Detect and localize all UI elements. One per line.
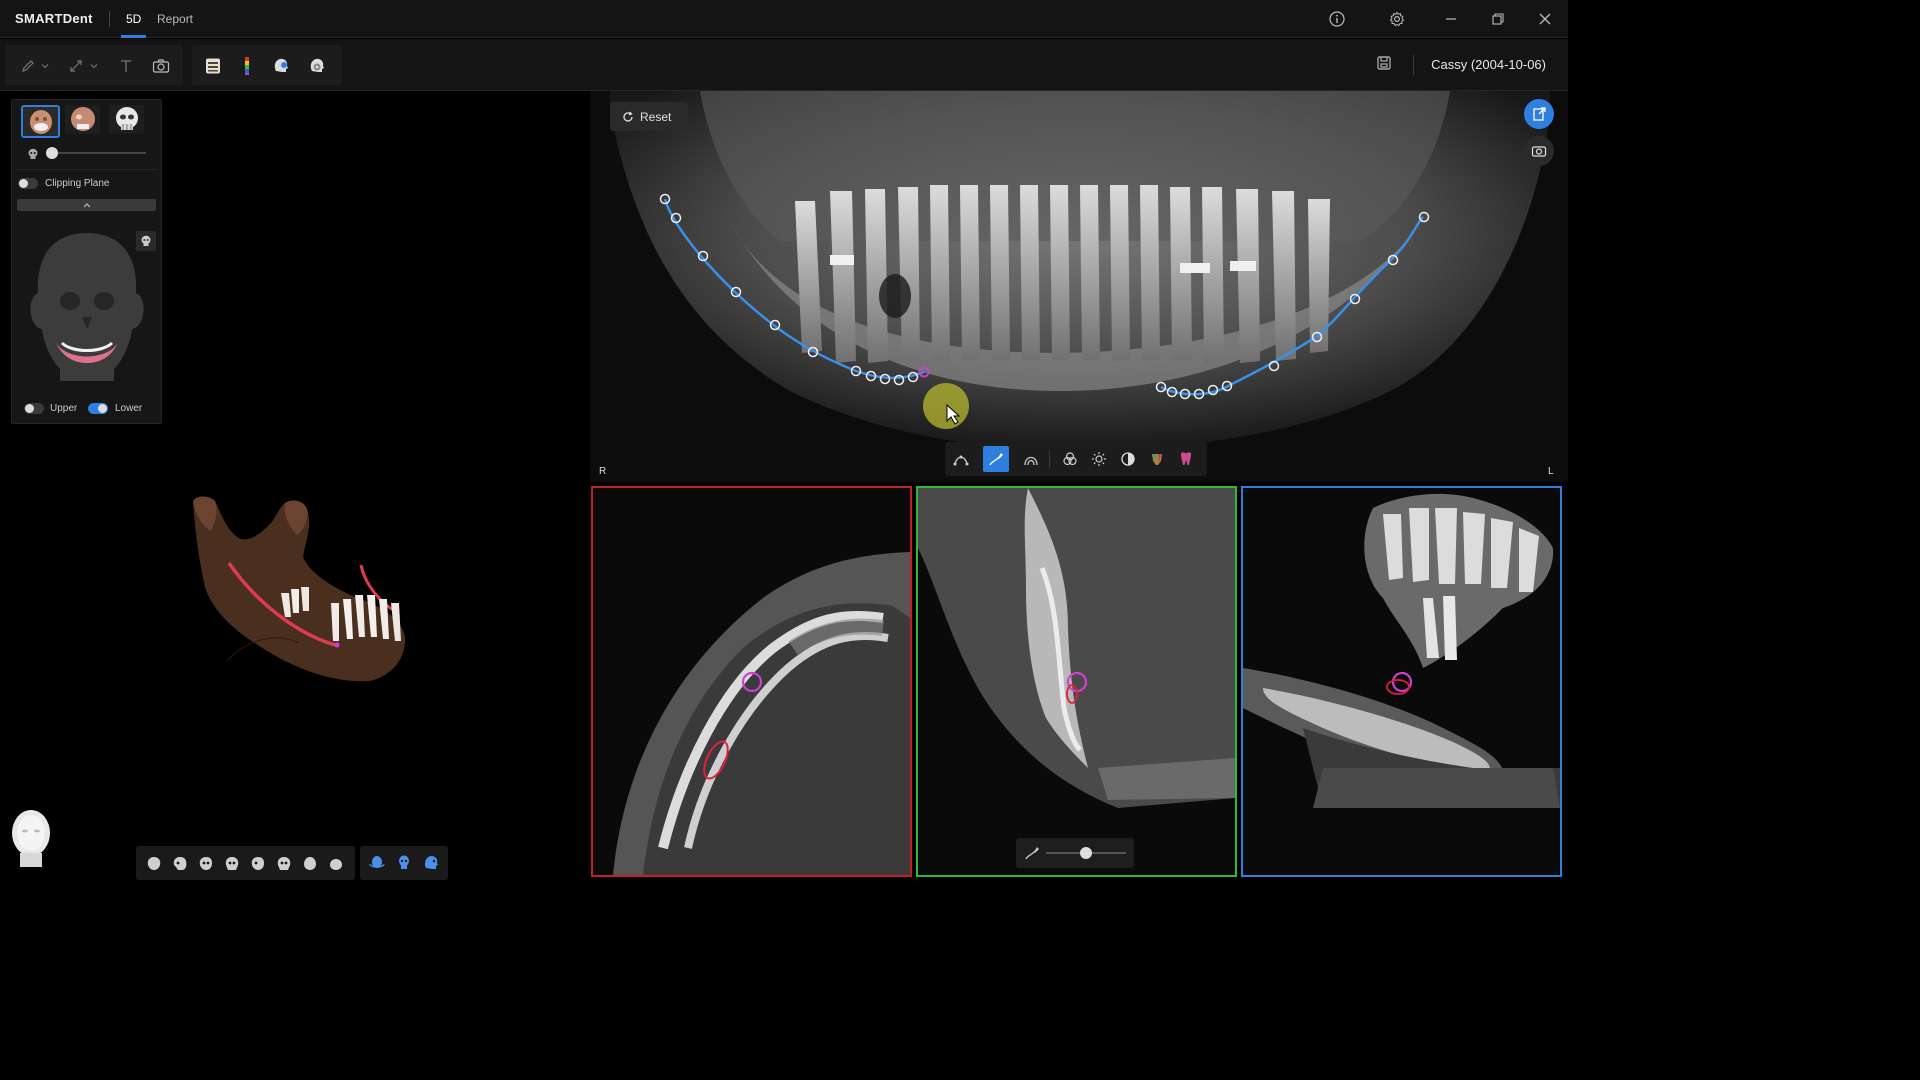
contrast-icon[interactable] — [1115, 446, 1141, 472]
camera-icon[interactable] — [150, 57, 172, 75]
export-button[interactable] — [1524, 99, 1554, 129]
annotation-tool-group — [5, 45, 183, 85]
lower-label: Lower — [115, 403, 143, 414]
tooth-icon[interactable] — [1173, 446, 1199, 472]
toolbar-divider — [1049, 450, 1050, 468]
opacity-slider-track[interactable] — [46, 152, 146, 154]
toolbar-divider — [1413, 55, 1414, 75]
nerve-draw-icon[interactable] — [983, 446, 1009, 472]
panoramic-view[interactable]: Reset R L — [590, 91, 1568, 482]
text-icon[interactable] — [115, 57, 137, 75]
model-control-panel: Clipping Plane Upper Lower — [11, 99, 162, 424]
thumbnail-soft-tissue[interactable] — [21, 105, 60, 138]
panel-icon[interactable] — [202, 57, 224, 75]
cross-section-view[interactable] — [916, 486, 1237, 877]
nerve-draw-icon — [1024, 845, 1040, 861]
slab-slider-thumb[interactable] — [1080, 847, 1092, 859]
front-view-icon[interactable] — [395, 854, 413, 872]
view-preset-bar — [136, 846, 355, 880]
skull-view-1-icon — [147, 857, 161, 870]
minimize-icon[interactable] — [1440, 8, 1462, 30]
right-marker: R — [599, 466, 607, 477]
color-map-icon[interactable] — [1144, 446, 1170, 472]
restore-icon[interactable] — [1487, 8, 1509, 30]
slab-thickness-control — [1016, 838, 1134, 868]
axial-slice-view[interactable] — [591, 486, 912, 877]
app-logo: SMARTDent — [15, 11, 93, 26]
chevron-up-icon — [83, 203, 90, 208]
side-view-icon[interactable] — [422, 854, 440, 872]
save-icon[interactable] — [1373, 54, 1395, 72]
clipping-plane-toggle[interactable] — [18, 178, 38, 189]
chevron-down-icon[interactable] — [39, 57, 51, 75]
3d-mandible-model[interactable] — [185, 491, 420, 691]
reset-icon — [623, 111, 633, 122]
snapshot-button[interactable] — [1524, 136, 1554, 166]
coronal-slice-view[interactable] — [1241, 486, 1562, 877]
thumbnail-skull[interactable] — [109, 105, 148, 138]
view-mode-bar — [360, 846, 448, 880]
curve-icon[interactable] — [948, 446, 974, 472]
head-settings-icon[interactable] — [306, 57, 328, 75]
camera-icon — [1531, 146, 1547, 157]
arch-icon[interactable] — [1018, 446, 1044, 472]
reset-button[interactable]: Reset — [610, 102, 688, 131]
upper-label: Upper — [50, 403, 78, 414]
chevron-down-icon[interactable] — [88, 57, 100, 75]
thumbnail-skull-tissue[interactable] — [65, 105, 104, 138]
active-tab-indicator — [121, 35, 146, 38]
pencil-icon[interactable] — [17, 57, 39, 75]
upper-jaw-toggle[interactable] — [24, 403, 44, 414]
pano-toolbar — [945, 442, 1207, 476]
brightness-icon[interactable] — [1086, 446, 1112, 472]
close-icon[interactable] — [1534, 8, 1556, 30]
overlay-icon[interactable] — [1057, 446, 1083, 472]
head-orientation-icon[interactable] — [6, 807, 56, 869]
opacity-skull-icon — [27, 147, 39, 165]
head-scan-icon[interactable] — [270, 57, 292, 75]
rotate-view-icon[interactable] — [368, 854, 386, 872]
gear-icon[interactable] — [1386, 8, 1408, 30]
collapse-button[interactable] — [17, 199, 156, 211]
title-bar: SMARTDent 5D Report — [0, 0, 1568, 38]
lower-jaw-toggle[interactable] — [88, 403, 108, 414]
title-divider — [109, 11, 110, 27]
clipping-plane-label: Clipping Plane — [45, 178, 110, 189]
info-icon[interactable] — [1326, 8, 1348, 30]
left-marker: L — [1548, 466, 1554, 477]
measure-icon[interactable] — [65, 57, 87, 75]
3d-view-panel: Clipping Plane Upper Lower — [0, 91, 588, 882]
patient-name: Cassy (2004-10-06) — [1431, 57, 1546, 72]
view-tool-group — [192, 45, 342, 85]
reset-label: Reset — [640, 109, 672, 124]
export-icon — [1533, 107, 1546, 121]
opacity-slider-thumb[interactable] — [46, 147, 58, 159]
jaw-selector-skull[interactable] — [26, 231, 148, 388]
tab-report[interactable]: Report — [157, 12, 193, 26]
color-bar-icon[interactable] — [236, 57, 258, 75]
divider — [16, 169, 157, 170]
tab-5d[interactable]: 5D — [126, 12, 141, 26]
main-toolbar: Cassy (2004-10-06) — [0, 39, 1568, 91]
